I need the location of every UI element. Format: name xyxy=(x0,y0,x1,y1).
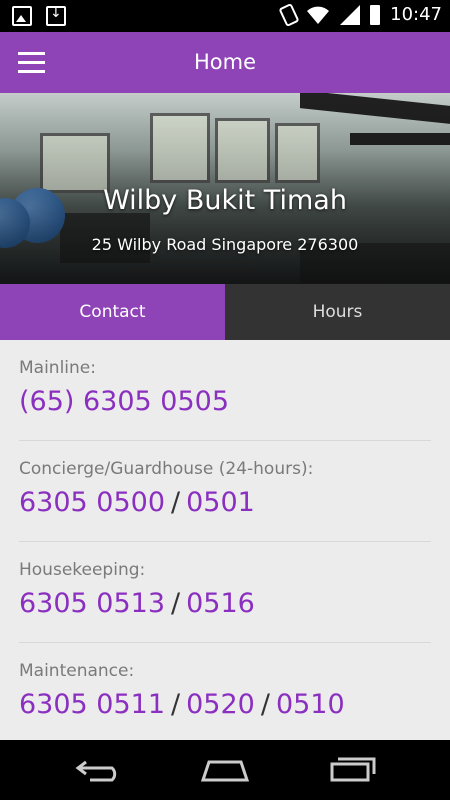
battery-icon xyxy=(370,4,381,25)
number-separator: / xyxy=(171,487,181,518)
tab-hours[interactable]: Hours xyxy=(225,284,450,340)
signal-icon xyxy=(340,4,361,25)
status-bar: 10:47 xyxy=(0,0,450,32)
contact-item-concierge: Concierge/Guardhouse (24-hours): 6305 05… xyxy=(19,441,431,542)
phone-link[interactable]: 0520 xyxy=(186,689,255,720)
phone-link[interactable]: 6305 0500 xyxy=(19,487,165,518)
recent-apps-icon[interactable] xyxy=(322,754,382,786)
contact-numbers: 6305 0513/0516 xyxy=(19,588,431,619)
download-icon xyxy=(46,5,66,26)
phone-link[interactable]: 0510 xyxy=(276,689,345,720)
app-title: Home xyxy=(193,50,256,74)
property-address: 25 Wilby Road Singapore 276300 xyxy=(91,235,359,254)
back-icon[interactable] xyxy=(70,754,130,786)
contact-label: Housekeeping: xyxy=(19,560,146,580)
tab-bar: Contact Hours xyxy=(0,284,450,340)
phone-link[interactable]: 0501 xyxy=(186,487,255,518)
phone-link[interactable]: 0516 xyxy=(186,588,255,619)
property-name: Wilby Bukit Timah xyxy=(103,185,347,216)
contact-item-mainline: Mainline: (65) 6305 0505 xyxy=(19,340,431,441)
app-bar: Home xyxy=(0,32,450,93)
tab-contact[interactable]: Contact xyxy=(0,284,225,340)
wifi-icon xyxy=(307,6,330,24)
home-icon[interactable] xyxy=(195,754,255,786)
contact-label: Mainline: xyxy=(19,358,96,378)
contact-item-housekeeping: Housekeeping: 6305 0513/0516 xyxy=(19,542,431,643)
contact-label: Maintenance: xyxy=(19,661,135,681)
contact-numbers: 6305 0500/0501 xyxy=(19,487,431,518)
phone-link[interactable]: 6305 0513 xyxy=(19,588,165,619)
number-separator: / xyxy=(171,588,181,619)
number-separator: / xyxy=(260,689,270,720)
hero-banner: Wilby Bukit Timah 25 Wilby Road Singapor… xyxy=(0,93,450,284)
status-time: 10:47 xyxy=(390,4,442,25)
contact-label: Concierge/Guardhouse (24-hours): xyxy=(19,459,314,479)
picture-icon xyxy=(12,6,32,26)
phone-vibrate-icon xyxy=(278,2,300,27)
navigation-bar xyxy=(0,740,450,800)
phone-link[interactable]: (65) 6305 0505 xyxy=(19,386,229,417)
contact-item-maintenance: Maintenance: 6305 0511/0520/0510 xyxy=(19,643,431,740)
number-separator: / xyxy=(171,689,181,720)
contact-list: Mainline: (65) 6305 0505 Concierge/Guard… xyxy=(0,340,450,740)
phone-link[interactable]: 6305 0511 xyxy=(19,689,165,720)
contact-numbers: (65) 6305 0505 xyxy=(19,386,431,417)
contact-numbers: 6305 0511/0520/0510 xyxy=(19,689,431,720)
